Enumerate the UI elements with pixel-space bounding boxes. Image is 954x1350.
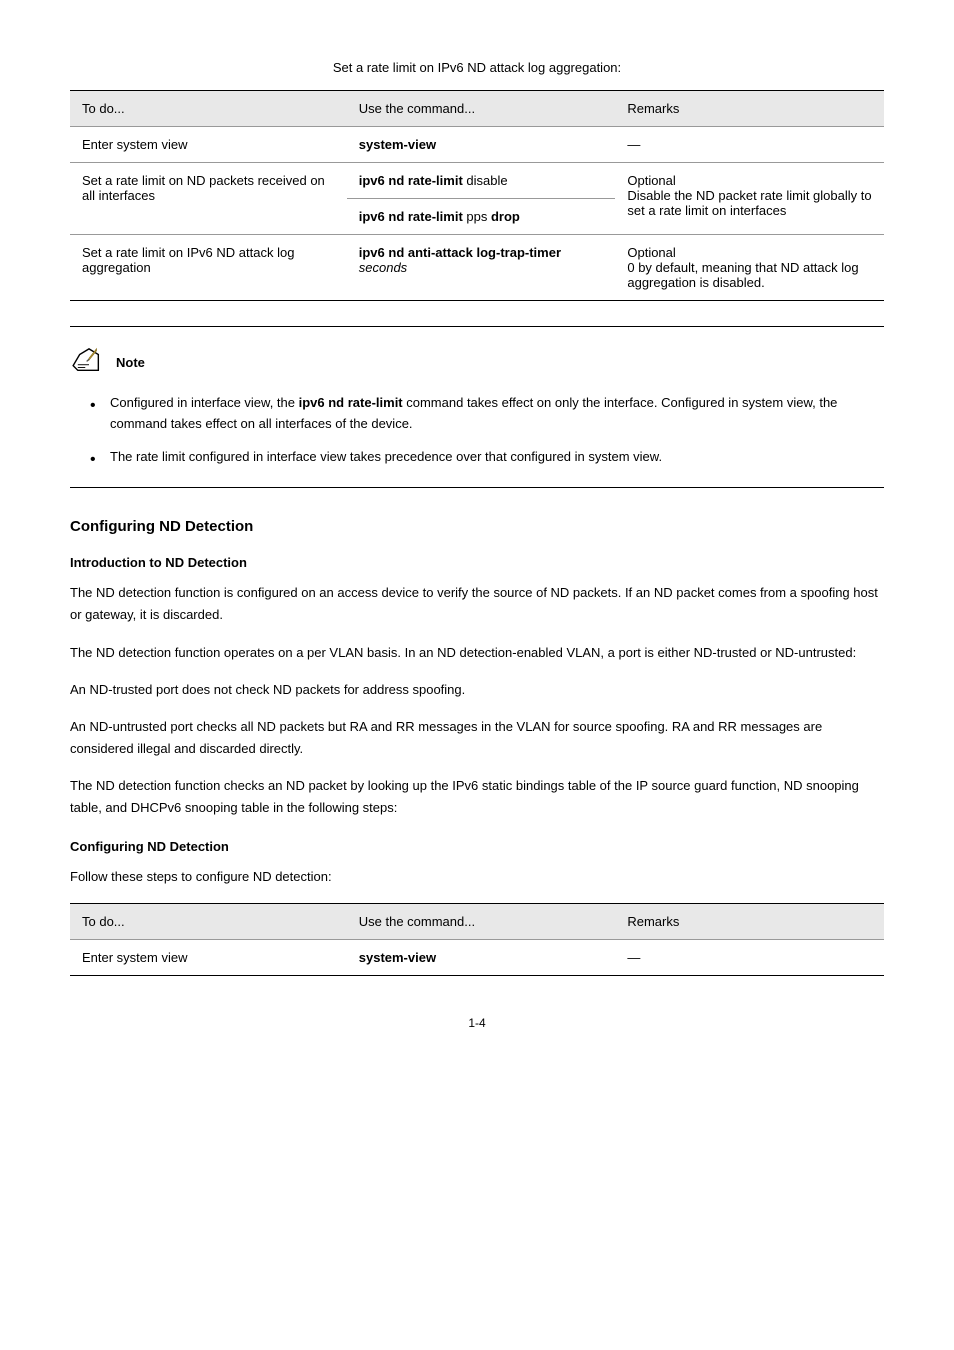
- table-row: Set a rate limit on ND packets received …: [70, 163, 884, 199]
- divider: [70, 487, 884, 488]
- table1-caption: Set a rate limit on IPv6 ND attack log a…: [70, 60, 884, 75]
- table-row: Enter system view system-view —: [70, 940, 884, 976]
- body-text: The ND detection function is configured …: [70, 582, 884, 626]
- cell: Optional Disable the ND packet rate limi…: [615, 163, 884, 235]
- cell: Enter system view: [70, 940, 347, 976]
- body-text: An ND-trusted port does not check ND pac…: [70, 679, 884, 701]
- cell: system-view: [347, 940, 616, 976]
- table2-header-3: Remarks: [615, 904, 884, 940]
- sub-heading: Configuring ND Detection: [70, 839, 884, 854]
- note-icon: [70, 347, 108, 378]
- note-label: Note: [116, 355, 145, 370]
- table2: To do... Use the command... Remarks Ente…: [70, 903, 884, 976]
- divider: [70, 326, 884, 327]
- table-row: Enter system view system-view —: [70, 127, 884, 163]
- body-text: The ND detection function checks an ND p…: [70, 775, 884, 819]
- cell: Enter system view: [70, 127, 347, 163]
- cell: ipv6 nd rate-limit disable: [347, 163, 616, 199]
- table1-header-3: Remarks: [615, 91, 884, 127]
- cell: —: [615, 127, 884, 163]
- table-row: Set a rate limit on IPv6 ND attack log a…: [70, 235, 884, 301]
- list-item: The rate limit configured in interface v…: [90, 447, 884, 468]
- section-heading: Configuring ND Detection: [70, 518, 884, 535]
- cell: ipv6 nd rate-limit pps drop: [347, 199, 616, 235]
- page-number: 1-4: [70, 1016, 884, 1030]
- table2-header-1: To do...: [70, 904, 347, 940]
- body-text: Follow these steps to configure ND detec…: [70, 866, 884, 888]
- cell: Optional 0 by default, meaning that ND a…: [615, 235, 884, 301]
- body-text: The ND detection function operates on a …: [70, 642, 884, 664]
- cell: ipv6 nd anti-attack log-trap-timer secon…: [347, 235, 616, 301]
- cell: —: [615, 940, 884, 976]
- cell: system-view: [347, 127, 616, 163]
- table1-header-1: To do...: [70, 91, 347, 127]
- body-text: An ND-untrusted port checks all ND packe…: [70, 716, 884, 760]
- note-header: Note: [70, 347, 884, 378]
- table1: To do... Use the command... Remarks Ente…: [70, 90, 884, 301]
- note-section: Note Configured in interface view, the i…: [70, 347, 884, 467]
- cell: Set a rate limit on IPv6 ND attack log a…: [70, 235, 347, 301]
- cell: Set a rate limit on ND packets received …: [70, 163, 347, 235]
- sub-heading: Introduction to ND Detection: [70, 555, 884, 570]
- note-bullets: Configured in interface view, the ipv6 n…: [70, 393, 884, 467]
- table2-header-2: Use the command...: [347, 904, 616, 940]
- table1-header-2: Use the command...: [347, 91, 616, 127]
- list-item: Configured in interface view, the ipv6 n…: [90, 393, 884, 435]
